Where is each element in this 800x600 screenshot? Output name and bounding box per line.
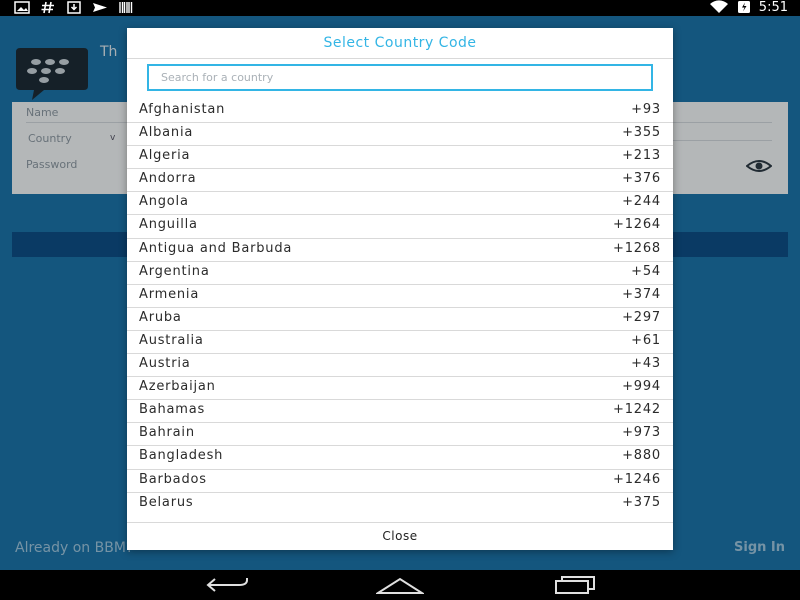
country-code: +1242 — [613, 402, 661, 418]
country-name: Bahrain — [139, 425, 195, 441]
country-code: +1264 — [613, 217, 661, 233]
country-code: +355 — [622, 125, 661, 141]
country-name: Anguilla — [139, 217, 198, 233]
country-code: +374 — [622, 286, 661, 302]
country-code: +297 — [622, 309, 661, 325]
country-code: +61 — [631, 332, 661, 348]
country-code: +880 — [622, 448, 661, 464]
country-name: Algeria — [139, 148, 191, 164]
country-code: +994 — [622, 379, 661, 395]
send-icon — [92, 1, 108, 14]
country-code: +54 — [631, 263, 661, 279]
country-name: Argentina — [139, 263, 210, 279]
country-name: Bangladesh — [139, 448, 224, 464]
search-input[interactable] — [149, 66, 651, 89]
country-row[interactable]: Bangladesh +880 — [127, 446, 673, 470]
country-row[interactable]: Armenia +374 — [127, 285, 673, 308]
country-name: Azerbaijan — [139, 379, 216, 395]
download-icon — [66, 1, 82, 14]
country-row[interactable]: Argentina +54 — [127, 262, 673, 285]
country-code: +973 — [622, 425, 661, 441]
image-icon — [14, 1, 30, 14]
country-row[interactable]: Barbados +1246 — [127, 470, 673, 493]
country-row[interactable]: Aruba +297 — [127, 308, 673, 331]
country-code: +1268 — [613, 240, 661, 256]
dialog-title: Select Country Code — [323, 35, 477, 51]
country-row[interactable]: Albania +355 — [127, 123, 673, 147]
country-row[interactable]: Antigua and Barbuda +1268 — [127, 239, 673, 262]
recents-icon[interactable] — [548, 575, 596, 595]
country-code: +43 — [631, 356, 661, 372]
country-name: Angola — [139, 194, 189, 210]
country-row[interactable]: Azerbaijan +994 — [127, 377, 673, 401]
country-name: Armenia — [139, 286, 200, 302]
country-name: Antigua and Barbuda — [139, 240, 293, 256]
country-name: Bahamas — [139, 402, 206, 418]
close-button[interactable]: Close — [127, 523, 673, 550]
navigation-bar — [0, 570, 800, 600]
country-name: Aruba — [139, 309, 182, 325]
country-name: Afghanistan — [139, 102, 226, 117]
back-icon[interactable] — [205, 575, 253, 595]
country-row[interactable]: Austria +43 — [127, 354, 673, 378]
country-code: +376 — [622, 171, 661, 187]
country-row[interactable]: Angola +244 — [127, 192, 673, 216]
hash-icon — [40, 1, 56, 14]
country-name: Barbados — [139, 471, 207, 487]
country-name: Australia — [139, 332, 204, 348]
country-code: +93 — [631, 102, 661, 117]
notification-icons — [14, 1, 134, 14]
home-icon[interactable] — [376, 575, 424, 595]
country-code: +244 — [622, 194, 661, 210]
country-row[interactable]: Anguilla +1264 — [127, 215, 673, 239]
title-divider — [127, 58, 673, 59]
country-row[interactable]: Bahamas +1242 — [127, 400, 673, 424]
country-code: +1246 — [613, 471, 661, 487]
status-bar: 5:51 — [0, 0, 800, 16]
wifi-icon — [709, 0, 729, 17]
country-code: +375 — [622, 494, 661, 510]
country-name: Belarus — [139, 494, 194, 510]
country-name: Andorra — [139, 171, 197, 187]
country-row[interactable]: Afghanistan +93 — [127, 100, 673, 124]
country-list[interactable]: Afghanistan +93 Albania +355 Algeria +213 Ando… — [127, 100, 673, 510]
country-row[interactable]: Belarus +375 — [127, 493, 673, 510]
country-row[interactable]: Andorra +376 — [127, 169, 673, 193]
system-icons: 5:51 — [709, 0, 788, 16]
clock-text: 5:51 — [758, 0, 788, 15]
battery-icon — [737, 0, 751, 17]
country-row[interactable]: Algeria +213 — [127, 146, 673, 170]
country-row[interactable]: Australia +61 — [127, 331, 673, 355]
country-code-dialog: Select Country Code Afghanistan +93 Albani… — [127, 28, 673, 550]
search-box — [147, 64, 653, 91]
barcode-icon — [118, 1, 134, 14]
country-name: Albania — [139, 125, 194, 141]
country-name: Austria — [139, 356, 191, 372]
country-row[interactable]: Bahrain +973 — [127, 423, 673, 447]
country-code: +213 — [622, 148, 661, 164]
